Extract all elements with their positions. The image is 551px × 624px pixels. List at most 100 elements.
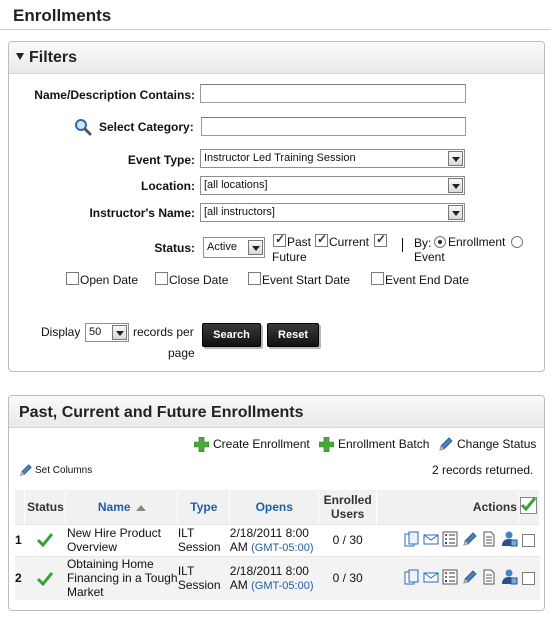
copy-icon[interactable] — [404, 531, 420, 550]
opens-sort-link[interactable]: Opens — [256, 500, 293, 514]
copy-icon[interactable] — [404, 569, 420, 588]
display-label: Display — [41, 325, 81, 339]
category-label: Select Category: — [99, 120, 194, 134]
plus-icon[interactable] — [193, 436, 210, 453]
set-columns-link[interactable]: Set Columns — [35, 465, 92, 476]
enrolled-cell: 0 / 30 — [318, 523, 377, 556]
past-checkbox[interactable] — [273, 232, 286, 247]
open-date-label: Open Date — [80, 273, 139, 287]
location-value: [all locations] — [204, 179, 268, 191]
event-start-label: Event Start Date — [262, 273, 351, 287]
row-checkbox[interactable] — [522, 572, 536, 586]
event-end-label: Event End Date — [385, 273, 470, 287]
status-column-header: Status — [24, 490, 67, 524]
current-checkbox[interactable] — [315, 232, 328, 247]
opens-date: 2/18/2011 8:00 — [229, 564, 309, 579]
page-header: Enrollments — [0, 0, 551, 30]
sort-ascending-icon[interactable] — [135, 504, 146, 511]
name-sort-link[interactable]: Name — [98, 500, 131, 514]
document-icon[interactable] — [481, 531, 497, 550]
row-number: 1 — [15, 523, 25, 556]
chevron-down-icon[interactable] — [448, 178, 463, 193]
event-end-checkbox[interactable] — [371, 272, 384, 285]
select-all-header[interactable] — [518, 490, 541, 524]
table-row: 2 Obtaining Home Financing in a Tough Ma… — [15, 555, 540, 600]
enrollment-batch-link[interactable]: Enrollment Batch — [338, 437, 429, 451]
event-start-checkbox[interactable] — [248, 272, 261, 285]
instructor-user-icon[interactable] — [500, 531, 518, 550]
timezone-link[interactable]: (GMT-05:00) — [251, 542, 313, 554]
email-icon[interactable] — [423, 569, 439, 588]
close-date-checkbox[interactable] — [155, 272, 168, 285]
filters-title: Filters — [29, 49, 78, 66]
opens-column-header[interactable]: Opens — [229, 490, 320, 524]
reset-button[interactable]: Reset — [267, 323, 319, 347]
name-column-header[interactable]: Name — [65, 490, 179, 524]
status-label: Status: — [154, 241, 195, 255]
instructor-select[interactable]: [all instructors] — [200, 203, 465, 222]
records-per-label: records per — [133, 325, 194, 339]
chevron-down-icon[interactable] — [248, 240, 263, 255]
roster-list-icon[interactable] — [442, 531, 458, 550]
opens-time: AM — [229, 540, 248, 554]
by-label: By: — [414, 236, 432, 250]
select-all-check-icon[interactable] — [520, 496, 538, 514]
roster-list-icon[interactable] — [442, 569, 458, 588]
close-date-label: Close Date — [169, 273, 229, 287]
actions-column-header: Actions — [376, 490, 519, 524]
future-checkbox[interactable] — [374, 232, 387, 247]
category-input[interactable] — [201, 117, 466, 136]
opens-cell: 2/18/2011 8:00 AM (GMT-05:00) — [229, 523, 319, 556]
timezone-link[interactable]: (GMT-05:00) — [251, 580, 313, 592]
check-icon — [37, 571, 54, 586]
create-enrollment-link[interactable]: Create Enrollment — [213, 437, 310, 451]
instructor-label: Instructor's Name: — [89, 206, 195, 220]
divider — [402, 238, 403, 252]
current-label: Current — [329, 235, 370, 249]
open-date-checkbox[interactable] — [66, 272, 79, 285]
row-checkbox[interactable] — [522, 534, 536, 548]
page-label: page — [168, 346, 195, 360]
past-label: Past — [287, 235, 312, 249]
location-label: Location: — [141, 179, 195, 193]
by-event-label: Event — [414, 250, 445, 264]
edit-pencil-icon[interactable] — [462, 531, 478, 550]
name-cell[interactable]: Obtaining Home Financing in a Tough Mark… — [65, 555, 178, 600]
plus-icon[interactable] — [318, 436, 335, 453]
status-value: Active — [207, 241, 237, 253]
type-column-header[interactable]: Type — [177, 490, 231, 524]
by-enrollment-radio[interactable] — [434, 236, 446, 248]
email-icon[interactable] — [423, 531, 439, 550]
change-status-link[interactable]: Change Status — [457, 437, 536, 451]
filters-header[interactable]: Filters — [9, 42, 544, 74]
status-select[interactable]: Active — [203, 237, 265, 258]
chevron-down-icon[interactable] — [448, 205, 463, 220]
type-sort-link[interactable]: Type — [190, 500, 217, 514]
enrollments-table: Status Name Type Opens Enrolled Users Ac… — [15, 490, 541, 600]
location-select[interactable]: [all locations] — [200, 176, 465, 195]
collapse-triangle-icon[interactable] — [16, 53, 24, 60]
actions-cell — [376, 523, 519, 556]
instructor-user-icon[interactable] — [500, 569, 518, 588]
name-desc-label: Name/Description Contains: — [34, 88, 195, 102]
edit-pencil-icon[interactable] — [462, 569, 478, 588]
chevron-down-icon[interactable] — [448, 151, 463, 166]
pencil-icon[interactable] — [438, 436, 454, 452]
row-number: 2 — [15, 555, 25, 600]
chevron-down-icon[interactable] — [112, 325, 127, 340]
search-button[interactable]: Search — [202, 323, 261, 347]
pencil-icon[interactable] — [19, 463, 33, 477]
display-count-select[interactable]: 50 — [85, 323, 129, 342]
records-returned: 2 records returned. — [432, 463, 534, 477]
opens-time: AM — [229, 578, 248, 593]
table-header-row: Status Name Type Opens Enrolled Users Ac… — [15, 490, 541, 524]
opens-date: 2/18/2011 8:00 — [229, 526, 309, 540]
row-number-header — [15, 490, 26, 524]
event-type-select[interactable]: Instructor Led Training Session — [200, 149, 465, 168]
name-cell[interactable]: New Hire Product Overview — [65, 523, 178, 556]
row-select-cell — [518, 523, 540, 556]
search-category-icon[interactable] — [74, 118, 92, 136]
name-desc-input[interactable] — [200, 84, 466, 103]
by-event-radio[interactable] — [511, 236, 523, 248]
document-icon[interactable] — [481, 569, 497, 588]
